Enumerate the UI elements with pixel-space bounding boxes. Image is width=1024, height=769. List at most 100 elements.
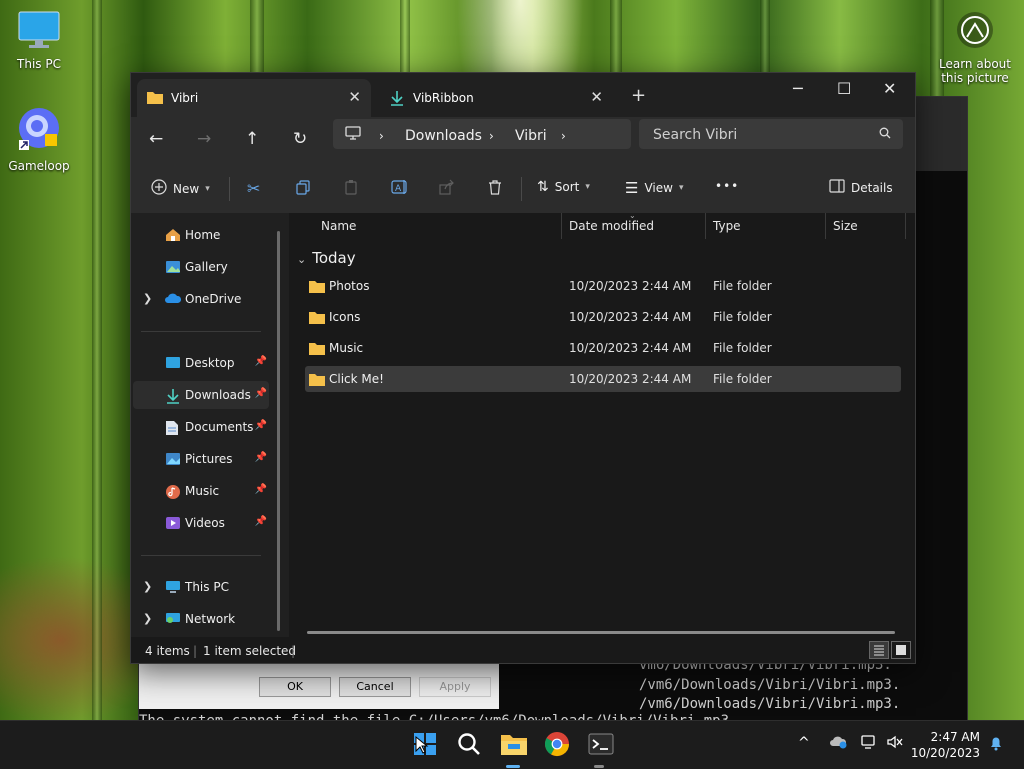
sidebar-item-label: Documents <box>185 420 254 434</box>
sidebar-item-gallery[interactable]: Gallery <box>133 253 269 281</box>
chrome-icon[interactable] <box>544 731 572 759</box>
paste-button[interactable] <box>343 179 359 198</box>
pin-icon[interactable]: 📌 <box>255 452 267 463</box>
desktop-icon-gameloop[interactable]: Gameloop <box>4 104 74 173</box>
more-options-icon[interactable]: ••• <box>715 179 739 193</box>
cancel-button[interactable]: Cancel <box>339 677 411 697</box>
group-header-today[interactable]: ⌄ Today <box>297 249 356 267</box>
desktop-icon-learn-about-picture[interactable]: Learn about this picture <box>938 10 1012 85</box>
new-button[interactable]: New ▾ <box>151 179 210 198</box>
rename-button[interactable]: A <box>391 179 409 198</box>
breadcrumb-downloads[interactable]: Downloads <box>405 128 482 144</box>
column-divider[interactable] <box>905 213 906 239</box>
sidebar-item-music[interactable]: Music 📌 <box>133 477 269 505</box>
desktop-icon-label: Learn about this picture <box>939 57 1011 85</box>
back-icon[interactable]: ← <box>149 129 163 149</box>
close-tab-icon[interactable]: ✕ <box>348 88 361 106</box>
column-header-name[interactable]: Name <box>321 219 356 233</box>
sidebar-item-network[interactable]: ❯ Network <box>133 605 269 633</box>
onedrive-status-icon[interactable] <box>830 735 848 753</box>
folder-icon <box>309 311 325 327</box>
minimize-icon[interactable]: ─ <box>793 79 803 98</box>
column-header-type[interactable]: Type <box>713 219 741 233</box>
share-icon <box>439 179 455 198</box>
file-name: Click Me! <box>329 372 384 386</box>
file-row-music[interactable]: Music 10/20/2023 2:44 AM File folder <box>305 335 901 361</box>
sort-label: Sort <box>554 180 580 194</box>
chevron-right-icon[interactable]: ❯ <box>143 580 152 593</box>
sort-button[interactable]: ⇅ Sort ▾ <box>537 179 590 195</box>
ok-button[interactable]: OK <box>259 677 331 697</box>
horizontal-scrollbar[interactable] <box>307 631 895 634</box>
chevron-right-icon[interactable]: › <box>379 129 384 143</box>
network-status-icon[interactable] <box>860 735 878 753</box>
column-header-size[interactable]: Size <box>833 219 858 233</box>
copy-button[interactable] <box>295 179 311 198</box>
maximize-icon[interactable]: ☐ <box>837 79 851 98</box>
sidebar-item-documents[interactable]: Documents 📌 <box>133 413 269 441</box>
column-divider[interactable] <box>705 213 706 239</box>
chevron-right-icon[interactable]: › <box>489 129 494 143</box>
sidebar-item-desktop[interactable]: Desktop 📌 <box>133 349 269 377</box>
terminal-icon[interactable] <box>588 731 616 759</box>
show-hidden-icons-icon[interactable]: ^ <box>798 735 810 751</box>
desktop-icon-this-pc[interactable]: This PC <box>4 10 74 71</box>
search-icon[interactable] <box>456 731 484 759</box>
file-type: File folder <box>713 279 772 293</box>
cut-button[interactable]: ✂ <box>247 179 260 198</box>
pin-icon[interactable]: 📌 <box>255 420 267 431</box>
tab-vibri[interactable]: Vibri ✕ <box>137 79 371 117</box>
documents-icon <box>165 420 181 435</box>
file-row-click-me[interactable]: Click Me! 10/20/2023 2:44 AM File folder <box>305 366 901 392</box>
notifications-icon[interactable] <box>988 735 1004 755</box>
forward-icon[interactable]: → <box>197 129 211 149</box>
close-window-icon[interactable]: ✕ <box>883 79 896 98</box>
file-row-photos[interactable]: Photos 10/20/2023 2:44 AM File folder <box>305 273 901 299</box>
download-icon <box>389 90 405 109</box>
sidebar-item-onedrive[interactable]: ❯ OneDrive <box>133 285 269 313</box>
delete-button[interactable] <box>487 179 503 198</box>
sidebar-item-label: Downloads <box>185 388 251 402</box>
search-input[interactable]: Search Vibri <box>639 119 903 149</box>
new-tab-icon[interactable]: + <box>631 85 646 106</box>
share-button[interactable] <box>439 179 455 198</box>
breadcrumb-vibri[interactable]: Vibri <box>515 128 547 144</box>
column-divider[interactable] <box>825 213 826 239</box>
tab-vibribbon[interactable]: VibRibbon ✕ <box>379 79 613 117</box>
chevron-right-icon[interactable]: ❯ <box>143 292 152 305</box>
up-icon[interactable]: ↑ <box>245 129 259 149</box>
chevron-right-icon[interactable]: ❯ <box>143 612 152 625</box>
apply-button[interactable]: Apply <box>419 677 491 697</box>
details-pane-button[interactable]: Details <box>829 179 893 196</box>
large-icons-view-icon[interactable] <box>891 641 911 659</box>
close-tab-icon[interactable]: ✕ <box>590 88 603 106</box>
sidebar-item-downloads[interactable]: Downloads 📌 <box>133 381 269 409</box>
details-label: Details <box>851 180 893 195</box>
refresh-icon[interactable]: ↻ <box>293 129 307 149</box>
sidebar-item-pictures[interactable]: Pictures 📌 <box>133 445 269 473</box>
sidebar-item-label: Videos <box>185 516 225 530</box>
sidebar-item-this-pc[interactable]: ❯ This PC <box>133 573 269 601</box>
pin-icon[interactable]: 📌 <box>255 516 267 527</box>
file-row-icons[interactable]: Icons 10/20/2023 2:44 AM File folder <box>305 304 901 330</box>
start-icon[interactable] <box>412 731 440 759</box>
view-button[interactable]: ☰ View ▾ <box>625 179 683 197</box>
address-bar-row: ← → ↑ ↻ › Downloads › Vibri › Search Vib… <box>131 117 915 165</box>
sort-icon: ⇅ <box>537 179 549 195</box>
sidebar-item-label: OneDrive <box>185 292 242 306</box>
address-bar[interactable]: › Downloads › Vibri › <box>333 119 631 149</box>
system-clock[interactable]: 2:47 AM 10/20/2023 <box>911 729 980 761</box>
volume-muted-icon[interactable] <box>886 735 904 753</box>
sidebar-item-home[interactable]: Home <box>133 221 269 249</box>
sidebar-scrollbar[interactable] <box>277 231 280 631</box>
pin-icon[interactable]: 📌 <box>255 388 267 399</box>
details-view-icon[interactable] <box>869 641 889 659</box>
pin-icon[interactable]: 📌 <box>255 356 267 367</box>
file-explorer-icon[interactable] <box>500 731 528 759</box>
sidebar-item-videos[interactable]: Videos 📌 <box>133 509 269 537</box>
column-header-date[interactable]: Date modified <box>569 219 654 233</box>
column-divider[interactable] <box>561 213 562 239</box>
pin-icon[interactable]: 📌 <box>255 484 267 495</box>
chevron-right-icon[interactable]: › <box>561 129 566 143</box>
pictures-icon <box>165 452 181 466</box>
